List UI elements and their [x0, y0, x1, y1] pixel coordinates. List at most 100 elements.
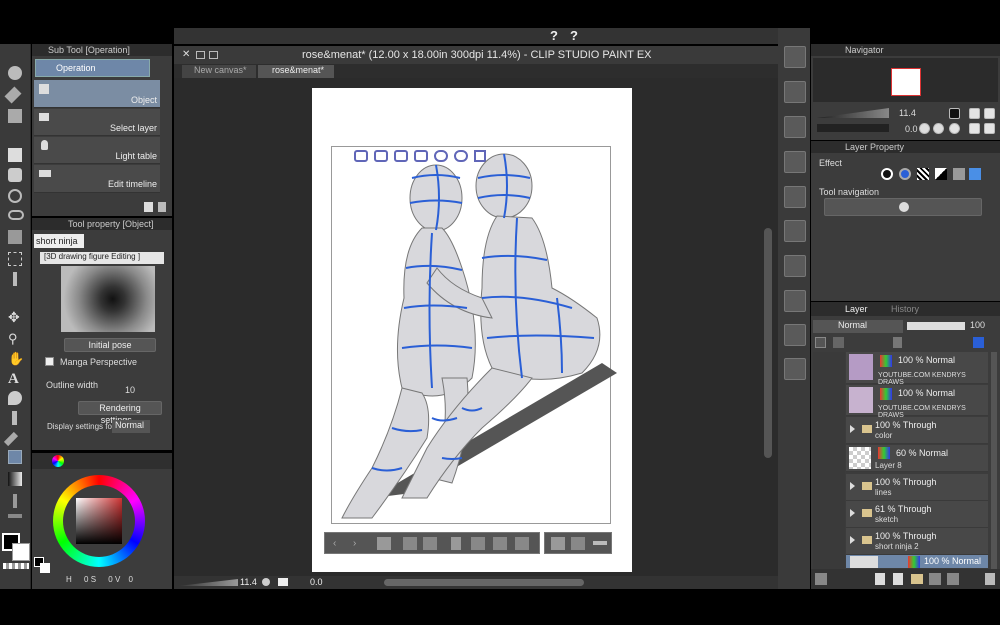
add-figure-icon[interactable] [571, 537, 585, 550]
rotate-left-icon[interactable] [919, 123, 930, 134]
material-panel-icon-4[interactable] [784, 151, 806, 173]
delete-subtool-icon[interactable] [158, 202, 166, 212]
opacity-slider[interactable] [907, 322, 965, 330]
rendering-settings-button[interactable]: Rendering settings... [78, 401, 162, 425]
saturation-value-square[interactable] [76, 498, 122, 544]
canvas-page[interactable]: ‹ › [312, 88, 632, 572]
outline-width-value[interactable]: 10 [125, 385, 135, 395]
transparent-color-swatch[interactable] [3, 563, 29, 569]
rotate-right-icon[interactable] [933, 123, 944, 134]
layer-folder-row[interactable]: 61 % Through sketch [846, 501, 988, 528]
display-settings-dropdown[interactable]: Normal [112, 420, 150, 433]
body-shape-icon[interactable] [493, 537, 507, 550]
navigator-zoom[interactable]: 11.4 [899, 108, 916, 118]
figure-tool-icon[interactable] [13, 494, 17, 508]
border-effect-icon[interactable] [881, 168, 893, 180]
layer-color-icon[interactable] [899, 168, 911, 180]
help-icon-2[interactable]: ? [570, 28, 578, 43]
magnifier-tool-icon[interactable] [8, 66, 22, 80]
expand-arrow-icon[interactable] [850, 509, 855, 517]
correct-line-tool-icon[interactable] [8, 514, 22, 518]
h-value[interactable]: 0 [84, 575, 88, 584]
lasso-tool-icon[interactable] [8, 189, 22, 203]
expand-arrow-icon[interactable] [850, 482, 855, 490]
camera-preset-icon[interactable] [377, 537, 391, 550]
pencil-tool-icon[interactable] [3, 431, 19, 447]
help-icon[interactable]: ? [550, 28, 558, 43]
register-material-icon[interactable] [551, 537, 565, 550]
fit-window-icon[interactable] [278, 578, 288, 586]
zoom-stepper-icon[interactable] [262, 578, 270, 586]
vertical-scrollbar[interactable] [764, 228, 772, 458]
new-raster-layer-icon[interactable] [875, 573, 885, 585]
flip-v-icon[interactable] [984, 123, 995, 134]
material-panel-icon-5[interactable] [784, 186, 806, 208]
material-panel-icon-7[interactable] [784, 255, 806, 277]
clip-layer-icon[interactable] [815, 337, 826, 348]
canvas-area[interactable]: ‹ › [174, 78, 778, 576]
tool-navigation-button[interactable] [824, 198, 982, 216]
flip-horizontal-icon[interactable] [969, 108, 980, 119]
material-panel-icon-10[interactable] [784, 358, 806, 380]
blend-mode-dropdown[interactable]: Normal [813, 320, 903, 333]
layer-row[interactable]: 60 % Normal Layer 8 [846, 445, 988, 472]
lock-joint-icon[interactable] [515, 537, 529, 550]
tab-history[interactable]: History [891, 304, 919, 314]
color-wheel-tab-icon[interactable] [52, 455, 64, 467]
blend-tool-icon[interactable] [12, 411, 17, 425]
eraser-tool-icon[interactable] [8, 148, 22, 162]
zoom-slider[interactable] [178, 579, 238, 586]
opacity-value[interactable]: 100 [970, 320, 985, 330]
pose-figure-icon[interactable] [451, 537, 461, 550]
measure-icon[interactable] [593, 541, 607, 545]
close-window-icon[interactable]: ✕ [182, 49, 190, 60]
fill-tool-icon[interactable] [8, 168, 22, 182]
expand-arrow-icon[interactable] [850, 536, 855, 544]
material-panel-icon[interactable] [784, 46, 806, 68]
text-tool-icon[interactable]: A [8, 371, 22, 387]
color-effect-icon[interactable] [969, 168, 981, 180]
navigator-preview[interactable] [813, 58, 998, 102]
material-panel-icon-6[interactable] [784, 220, 806, 242]
subtool-item-select-layer[interactable]: Select layer [34, 109, 160, 136]
layer-scrollbar[interactable] [991, 352, 997, 574]
next-icon[interactable]: › [353, 538, 356, 549]
apply-mask-icon[interactable] [947, 573, 959, 585]
delete-layer-icon[interactable] [985, 573, 995, 585]
navigator-zoom-slider[interactable] [817, 108, 889, 118]
material-panel-icon-8[interactable] [784, 290, 806, 312]
gradient-tool-icon[interactable] [8, 472, 22, 486]
tab-new-canvas[interactable]: New canvas* [182, 65, 256, 78]
material-panel-icon-2[interactable] [784, 81, 806, 103]
subtool-item-object[interactable]: Object [34, 80, 160, 108]
navigator-rotate-slider[interactable] [817, 124, 889, 132]
wand-tool-icon[interactable] [13, 272, 17, 286]
brush-tool-icon[interactable] [8, 109, 22, 123]
subtool-item-edit-timeline[interactable]: Edit timeline [34, 165, 160, 193]
pen-tool-icon[interactable] [4, 86, 22, 104]
zoom-tool-icon[interactable]: ⚲ [8, 331, 22, 346]
material-panel-icon-3[interactable] [784, 116, 806, 138]
flip-vertical-icon[interactable] [984, 108, 995, 119]
new-folder-icon[interactable] [911, 574, 923, 584]
layer-row[interactable]: 100 % Normal YOUTUBE.COM KENDRYS DRAWS [846, 385, 988, 419]
horizontal-scrollbar[interactable] [384, 579, 584, 586]
lock-transparent-icon[interactable] [833, 337, 844, 348]
mask-toggle-icon[interactable] [973, 337, 984, 348]
threshold-icon[interactable] [935, 168, 947, 180]
new-vector-layer-icon[interactable] [893, 573, 903, 585]
rectangle-select-tool-icon[interactable] [8, 230, 22, 244]
tab-layer[interactable]: Layer [845, 304, 868, 314]
dropper-tool-icon[interactable] [8, 391, 22, 405]
expand-arrow-icon[interactable] [850, 425, 855, 433]
operation-tool-icon[interactable] [8, 450, 22, 464]
fit-icon[interactable] [423, 537, 437, 550]
3d-figures-drawing[interactable] [332, 148, 632, 524]
subtool-item-light-table[interactable]: Light table [34, 137, 160, 164]
navigator-rotation[interactable]: 0.0 [905, 124, 918, 134]
tone-icon[interactable] [917, 168, 929, 180]
layer-folder-row[interactable]: 100 % Through lines [846, 474, 988, 501]
mask-icon[interactable] [953, 168, 965, 180]
subtool-group-tab[interactable]: Operation [35, 59, 150, 77]
move-tool-icon[interactable]: ✥ [8, 310, 22, 324]
